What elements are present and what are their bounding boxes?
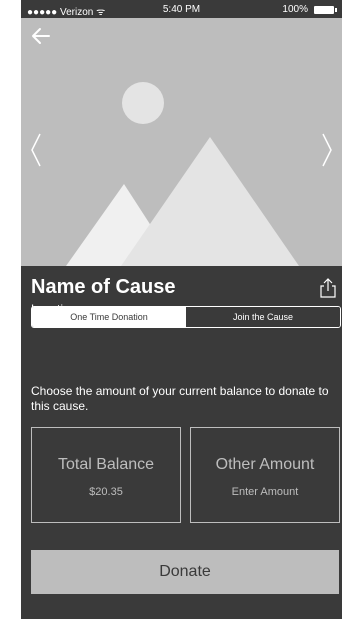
cause-title: Name of Cause xyxy=(31,276,176,298)
donate-button[interactable]: Donate xyxy=(31,550,339,594)
status-bar: ●●●●● Verizon ᯤ 5:40 PM 100% xyxy=(21,0,342,18)
other-amount-input[interactable]: Enter Amount xyxy=(191,486,339,498)
phone-screen: ●●●●● Verizon ᯤ 5:40 PM 100% Name of Cau… xyxy=(21,0,342,619)
instructions-text: Choose the amount of your current balanc… xyxy=(31,384,329,413)
cause-image-carousel[interactable] xyxy=(21,18,342,266)
back-button[interactable] xyxy=(29,24,53,48)
other-amount-label: Other Amount xyxy=(215,456,315,473)
chevron-right-icon xyxy=(322,133,332,167)
tab-one-time-donation[interactable]: One Time Donation xyxy=(32,307,186,327)
share-button[interactable] xyxy=(317,277,339,299)
other-amount-option[interactable]: Other Amount Enter Amount xyxy=(190,427,340,523)
back-arrow-icon xyxy=(32,28,50,44)
previous-image-button[interactable] xyxy=(27,132,45,168)
tab-join-the-cause[interactable]: Join the Cause xyxy=(186,307,340,327)
share-icon xyxy=(320,278,336,298)
chevron-left-icon xyxy=(31,133,41,167)
next-image-button[interactable] xyxy=(318,132,336,168)
total-balance-value: $20.35 xyxy=(89,486,123,498)
total-balance-label: Total Balance xyxy=(57,456,155,473)
image-placeholder-icon xyxy=(66,82,299,266)
donation-type-tabs: One Time Donation Join the Cause xyxy=(31,306,341,328)
battery-percent: 100% xyxy=(282,4,308,15)
total-balance-option[interactable]: Total Balance $20.35 xyxy=(31,427,181,523)
battery-icon xyxy=(314,6,337,14)
